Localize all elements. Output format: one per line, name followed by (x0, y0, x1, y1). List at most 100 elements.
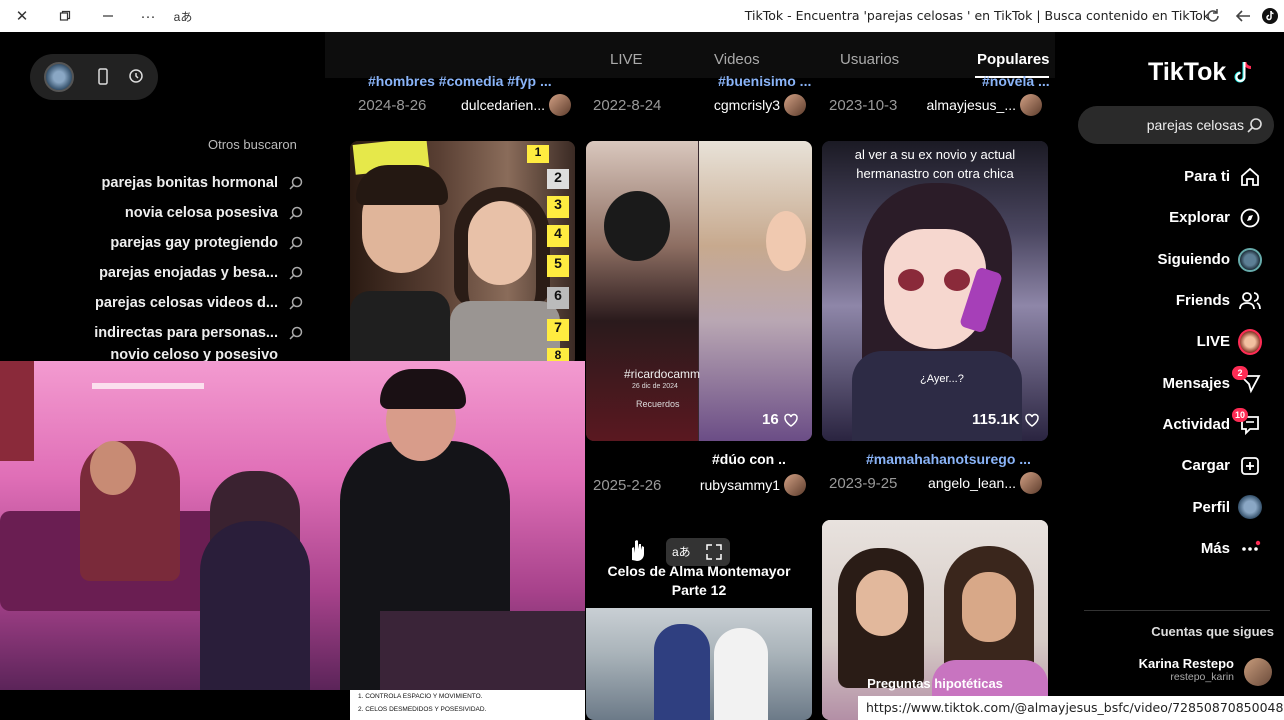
sidebar-item-label: Cargar (1181, 457, 1230, 475)
sidebar-item-cargar[interactable]: Cargar (1070, 445, 1284, 486)
avatar[interactable] (784, 94, 806, 116)
avatar[interactable] (549, 94, 571, 116)
sidebar-item-label: Mensajes (1162, 374, 1230, 392)
account-name: Karina Restepo (1138, 656, 1234, 671)
number-item: 4 (547, 225, 569, 247)
card-caption[interactable]: #dúo con .. (712, 451, 786, 467)
card-date: 2025-2-26 (593, 477, 662, 494)
floating-video-player[interactable] (0, 361, 585, 690)
heart-icon (1024, 413, 1039, 427)
related-search-item[interactable]: parejas gay protegiendo (60, 228, 306, 258)
watermark-sub: Recuerdos (636, 399, 680, 409)
sidebar-item-explorar[interactable]: Explorar (1070, 197, 1284, 238)
related-search-item[interactable]: parejas enojadas y besa... (60, 258, 306, 288)
card-meta: 2025-2-26 rubysammy1 (593, 474, 808, 498)
related-search-item[interactable]: parejas celosas videos d... (60, 288, 306, 318)
avatar[interactable] (784, 474, 806, 496)
card-caption[interactable]: #novela ... (982, 73, 1050, 89)
table (380, 611, 585, 690)
card-meta: 2024-8-26 dulcedarien... (358, 94, 573, 118)
sidebar-item-mas[interactable]: Más (1070, 528, 1284, 569)
search-icon (289, 176, 303, 190)
avatar (1244, 658, 1272, 686)
card-date: 2024-8-26 (358, 97, 427, 114)
card-username[interactable]: angelo_lean... (928, 475, 1016, 491)
heart-icon (783, 413, 798, 427)
minimize-window-button[interactable] (98, 6, 118, 26)
related-search-item[interactable]: novio celoso y posesivo (60, 348, 306, 362)
sidebar-item-para-ti[interactable]: Para ti (1070, 156, 1284, 197)
card-caption[interactable]: #buenisimo ... (718, 73, 811, 89)
search-input[interactable]: parejas celosas (1078, 106, 1274, 144)
card-username[interactable]: rubysammy1 (700, 477, 780, 493)
related-search-label: parejas bonitas hormonal (101, 175, 278, 191)
page-title: TikTok - Encuentra 'parejas celosas ' en… (744, 8, 1210, 23)
search-tabs: Populares Usuarios Videos LIVE (325, 32, 1055, 78)
read-aloud-icon[interactable]: aあ (672, 543, 691, 560)
video-card-numbers[interactable]: 1 2 3 4 5 6 7 8 (350, 141, 575, 366)
hand-pointer-icon[interactable] (626, 538, 648, 562)
video-card-duo[interactable]: #ricardocamm 26 dic de 2024 Recuerdos 16 (586, 141, 812, 441)
related-search-label: parejas celosas videos d... (95, 295, 278, 311)
read-aloud-icon: aあ (173, 9, 193, 24)
tab-live[interactable]: LIVE (610, 51, 643, 68)
refresh-button[interactable] (1202, 6, 1224, 26)
sidebar-item-label: LIVE (1196, 333, 1230, 351)
like-count: 16 (762, 411, 799, 428)
video-card-celos[interactable]: aあ Celos de Alma Montemayor Parte 12 (586, 520, 812, 720)
restore-window-button[interactable] (55, 6, 75, 26)
user-avatar[interactable] (44, 62, 74, 92)
tab-usuarios[interactable]: Usuarios (840, 51, 899, 68)
number-strip: 1 2 3 4 5 6 7 8 (523, 141, 575, 366)
refresh-icon (1207, 9, 1219, 22)
sidebar-item-mensajes[interactable]: Mensajes 2 (1070, 362, 1284, 403)
search-icon (289, 206, 303, 220)
card-caption[interactable]: #hombres #comedia #fyp ... (368, 73, 552, 89)
video-card-preguntas[interactable]: Preguntas hipotéticas (822, 520, 1048, 720)
timer-button[interactable] (128, 68, 144, 89)
search-icon[interactable] (1246, 116, 1264, 134)
avatar[interactable] (1020, 472, 1042, 494)
tiktok-logo[interactable]: TikTok (1148, 58, 1254, 87)
link-status-bar: https://www.tiktok.com/@almayjesus_bsfc/… (858, 696, 1284, 720)
related-search-item[interactable]: indirectas para personas... (60, 318, 306, 348)
person-figure (654, 624, 710, 720)
sidebar-item-actividad[interactable]: Actividad 10 (1070, 404, 1284, 445)
close-window-button[interactable]: ✕ (12, 6, 32, 26)
card-caption[interactable]: #mamahahanotsurego ... (866, 451, 1031, 467)
speech-text: ¿Ayer...? (920, 373, 964, 385)
sidebar-item-live[interactable]: LIVE (1070, 321, 1284, 362)
sidebar-item-siguiendo[interactable]: Siguiendo (1070, 239, 1284, 280)
tab-populares[interactable]: Populares (977, 51, 1050, 68)
tab-videos[interactable]: Videos (714, 51, 760, 68)
friends-icon (1239, 291, 1261, 309)
search-value: parejas celosas (1146, 117, 1244, 133)
sidebar-item-perfil[interactable]: Perfil (1070, 486, 1284, 527)
sidebar-divider (1084, 610, 1270, 611)
card-username[interactable]: dulcedarien... (461, 97, 545, 113)
more-options-button[interactable]: ··· (136, 6, 160, 26)
arrow-left-icon (1235, 10, 1250, 22)
video-thumbnail-right (699, 141, 812, 441)
back-button[interactable] (1232, 6, 1254, 26)
expand-icon[interactable] (706, 544, 722, 560)
device-button[interactable] (96, 67, 110, 92)
sidebar-item-friends[interactable]: Friends (1070, 280, 1284, 321)
card-username[interactable]: cgmcrisly3 (714, 97, 780, 113)
live-avatar-icon (1238, 329, 1262, 356)
video-card-anime[interactable]: al ver a su ex novio y actual hermanastr… (822, 141, 1048, 441)
more-icon (1242, 540, 1261, 551)
card-overlay-text: Preguntas hipotéticas (867, 676, 1003, 691)
avatar[interactable] (1020, 94, 1042, 116)
watermark-date: 26 dic de 2024 (632, 383, 678, 390)
ellipsis-icon: ··· (140, 7, 156, 25)
search-icon (289, 266, 303, 280)
player-control-bar: aあ (666, 538, 730, 566)
related-search-item[interactable]: novia celosa posesiva (60, 198, 306, 228)
read-aloud-button[interactable]: aあ (170, 6, 196, 26)
related-search-item[interactable]: parejas bonitas hormonal (60, 168, 306, 198)
card-overlay-text: hermanastro con otra chica (856, 166, 1014, 181)
card-username[interactable]: almayjesus_... (927, 97, 1016, 113)
following-account[interactable]: Karina Restepo restepo_karin (1094, 654, 1274, 692)
others-searched-title: Otros buscaron (208, 137, 297, 152)
